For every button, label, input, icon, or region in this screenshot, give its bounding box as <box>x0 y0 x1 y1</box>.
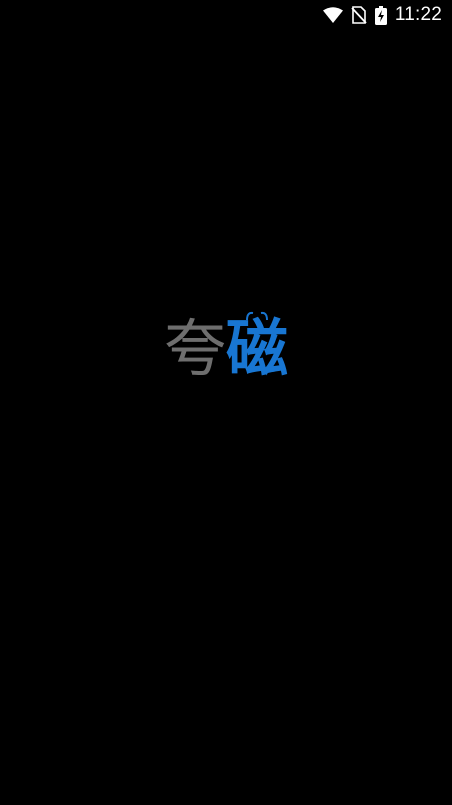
no-sim-icon <box>351 6 367 24</box>
logo-char-ci: 磁 <box>226 312 289 385</box>
status-time: 11:22 <box>394 4 442 25</box>
status-bar: 11:22 <box>0 0 452 30</box>
logo-char-kua: 夸 <box>163 312 226 385</box>
splash-screen: 11:22 夸 磁 <box>0 0 452 805</box>
wifi-icon <box>322 7 343 23</box>
app-logo: 夸 磁 <box>0 311 452 385</box>
battery-charging-icon <box>374 5 387 25</box>
logo-char-wrapper: 磁 <box>226 311 288 380</box>
